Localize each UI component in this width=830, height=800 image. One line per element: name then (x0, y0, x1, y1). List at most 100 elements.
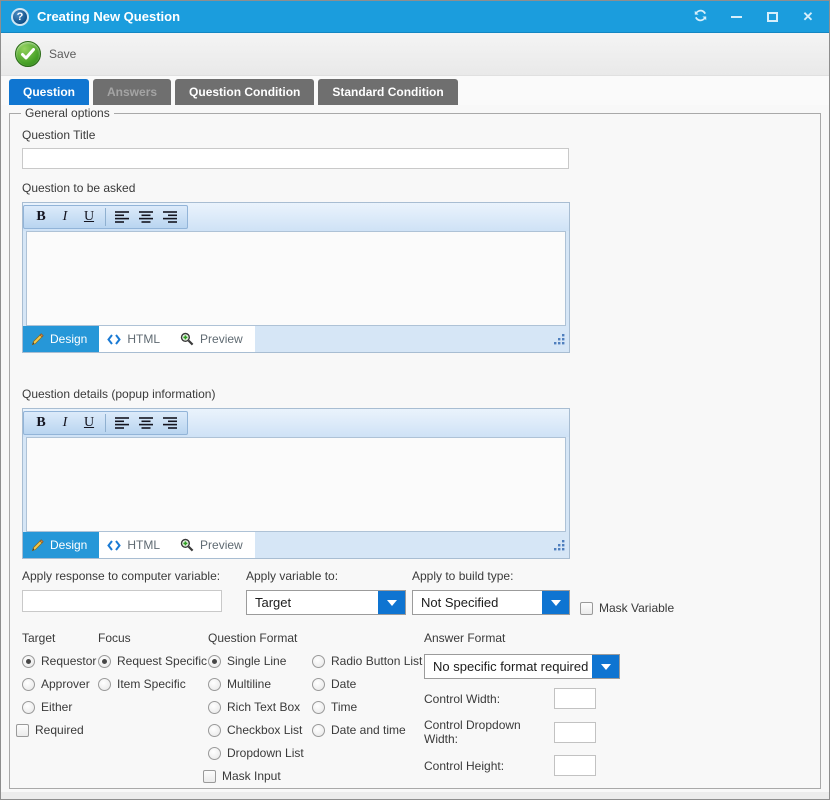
magnifier-plus-icon (180, 332, 194, 346)
main-content: General options Question Title Question … (1, 105, 829, 799)
question-asked-editor-area[interactable] (26, 231, 566, 326)
radio-icon (22, 655, 35, 668)
underline-button[interactable]: U (78, 413, 100, 433)
mask-input-checkbox[interactable]: Mask Input (203, 769, 312, 783)
toolbar: Save (1, 33, 829, 76)
radio-multiline[interactable]: Multiline (208, 677, 312, 691)
radio-either[interactable]: Either (22, 700, 98, 714)
radio-label: Single Line (227, 654, 286, 668)
control-width-input[interactable] (554, 688, 596, 709)
focus-header: Focus (98, 631, 208, 645)
radio-icon (312, 701, 325, 714)
html-mode-tab[interactable]: HTML (99, 532, 172, 558)
bold-button[interactable]: B (30, 413, 52, 433)
control-height-input[interactable] (554, 755, 596, 776)
answer-format-dropdown[interactable]: No specific format required (424, 654, 620, 679)
radio-label: Requestor (41, 654, 96, 668)
editor-format-toolbar: B I U (23, 409, 569, 437)
bold-button[interactable]: B (30, 207, 52, 227)
tab-question-condition[interactable]: Question Condition (175, 79, 314, 105)
radio-icon (98, 678, 111, 691)
align-left-button[interactable] (111, 413, 133, 433)
radio-icon (208, 678, 221, 691)
html-mode-label: HTML (127, 538, 160, 552)
tab-question[interactable]: Question (9, 79, 89, 105)
radio-label: Date and time (331, 723, 406, 737)
radio-approver[interactable]: Approver (22, 677, 98, 691)
question-details-editor-area[interactable] (26, 437, 566, 532)
pencil-icon (31, 539, 44, 552)
radio-item-specific[interactable]: Item Specific (98, 677, 208, 691)
window-title: Creating New Question (37, 9, 689, 24)
align-center-button[interactable] (135, 413, 157, 433)
radio-label: Time (331, 700, 357, 714)
close-button[interactable]: ✕ (797, 6, 819, 28)
html-mode-tab[interactable]: HTML (99, 326, 172, 352)
tab-strip: Question Answers Question Condition Stan… (1, 76, 829, 105)
italic-button[interactable]: I (54, 207, 76, 227)
help-icon[interactable]: ? (11, 8, 29, 26)
dropdown-arrow-button[interactable] (378, 591, 405, 614)
radio-icon (208, 655, 221, 668)
required-checkbox[interactable]: Required (16, 723, 98, 737)
radio-checkbox-list[interactable]: Checkbox List (208, 723, 312, 737)
tab-answers[interactable]: Answers (93, 79, 171, 105)
question-title-label: Question Title (22, 128, 808, 142)
editor-format-toolbar: B I U (23, 203, 569, 231)
radio-label: Date (331, 677, 356, 691)
close-icon: ✕ (803, 10, 814, 23)
refresh-button[interactable] (689, 6, 711, 28)
radio-icon (312, 655, 325, 668)
radio-single-line[interactable]: Single Line (208, 654, 312, 668)
radio-requestor[interactable]: Requestor (22, 654, 98, 668)
dropdown-arrow-button[interactable] (542, 591, 569, 614)
align-center-button[interactable] (135, 207, 157, 227)
dropdown-arrow-button[interactable] (592, 655, 619, 678)
radio-label: Checkbox List (227, 723, 302, 737)
radio-label: Dropdown List (227, 746, 304, 760)
computer-variable-input[interactable] (22, 590, 222, 612)
maximize-button[interactable] (761, 6, 783, 28)
design-mode-tab[interactable]: Design (23, 326, 99, 352)
apply-build-type-value: Not Specified (413, 591, 542, 614)
resize-grip-icon[interactable] (554, 334, 565, 348)
apply-build-type-dropdown[interactable]: Not Specified (412, 590, 570, 615)
radio-request-specific[interactable]: Request Specific (98, 654, 208, 668)
radio-label: Item Specific (117, 677, 186, 691)
code-brackets-icon (107, 540, 121, 551)
apply-variable-to-value: Target (247, 591, 378, 614)
preview-mode-tab[interactable]: Preview (172, 532, 255, 558)
preview-mode-tab[interactable]: Preview (172, 326, 255, 352)
radio-date[interactable]: Date (312, 677, 424, 691)
control-dropdown-width-label: Control Dropdown Width: (424, 718, 554, 746)
checkbox-icon (580, 602, 593, 615)
apply-variable-to-dropdown[interactable]: Target (246, 590, 406, 615)
radio-dropdown-list[interactable]: Dropdown List (208, 746, 312, 760)
align-right-button[interactable] (159, 207, 181, 227)
radio-radio-button-list[interactable]: Radio Button List (312, 654, 424, 668)
align-right-button[interactable] (159, 413, 181, 433)
italic-button[interactable]: I (54, 413, 76, 433)
resize-grip-icon[interactable] (554, 540, 565, 554)
radio-label: Request Specific (117, 654, 207, 668)
align-left-button[interactable] (111, 207, 133, 227)
dialog-window: ? Creating New Question ✕ (0, 0, 830, 800)
radio-time[interactable]: Time (312, 700, 424, 714)
answer-format-value: No specific format required (425, 655, 592, 678)
tab-standard-condition[interactable]: Standard Condition (318, 79, 457, 105)
question-title-input[interactable] (22, 148, 569, 169)
save-button[interactable]: Save (15, 41, 76, 67)
radio-date-and-time[interactable]: Date and time (312, 723, 424, 737)
html-mode-label: HTML (127, 332, 160, 346)
minimize-button[interactable] (725, 6, 747, 28)
required-label: Required (35, 723, 84, 737)
mask-variable-checkbox[interactable]: Mask Variable (580, 601, 674, 615)
toolbar-separator (105, 208, 106, 226)
radio-icon (312, 724, 325, 737)
underline-button[interactable]: U (78, 207, 100, 227)
design-mode-tab[interactable]: Design (23, 532, 99, 558)
pencil-icon (31, 333, 44, 346)
preview-mode-label: Preview (200, 538, 243, 552)
radio-rich-text-box[interactable]: Rich Text Box (208, 700, 312, 714)
control-dropdown-width-input[interactable] (554, 722, 596, 743)
